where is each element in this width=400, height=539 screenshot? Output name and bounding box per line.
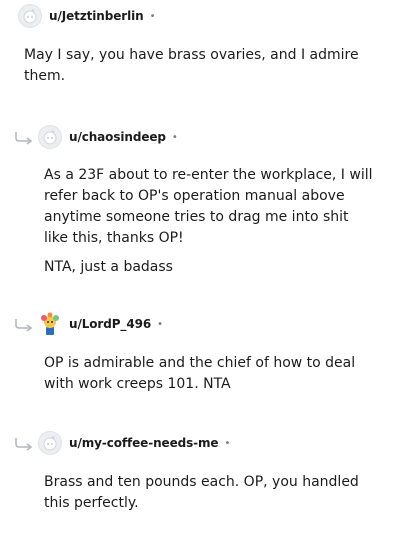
snoo-avatar-icon bbox=[43, 130, 57, 145]
avatar[interactable] bbox=[18, 4, 42, 28]
username[interactable]: u/LordP_496 bbox=[69, 317, 151, 331]
reply-thread-icon bbox=[15, 438, 33, 451]
comment-header: u/Jetztinberlin • bbox=[18, 4, 155, 28]
separator-dot: • bbox=[157, 318, 163, 330]
comment-text: OP is admirable and the chief of how to … bbox=[44, 355, 356, 392]
comment-body: OP is admirable and the chief of how to … bbox=[44, 353, 384, 403]
snoo-avatar-icon bbox=[23, 9, 37, 24]
comment-body: Brass and ten pounds each. OP, you handl… bbox=[44, 472, 384, 522]
separator-dot: • bbox=[171, 131, 178, 143]
comment-text: NTA, just a badass bbox=[44, 259, 173, 275]
comment-header: u/LordP_496 • bbox=[38, 312, 163, 336]
username[interactable]: u/my-coffee-needs-me bbox=[69, 436, 219, 450]
separator-dot: • bbox=[224, 437, 231, 449]
comment-text: Brass and ten pounds each. OP, you handl… bbox=[44, 474, 359, 511]
comment-body: As a 23F about to re-enter the workplace… bbox=[44, 165, 374, 286]
comment-header: u/my-coffee-needs-me • bbox=[38, 431, 230, 455]
comment-text: May I say, you have brass ovaries, and I… bbox=[24, 47, 359, 84]
snoo-avatar-icon bbox=[43, 436, 57, 451]
custom-avatar-icon bbox=[41, 312, 59, 335]
comment-text: As a 23F about to re-enter the workplace… bbox=[44, 167, 373, 246]
reply-thread-icon bbox=[15, 132, 33, 145]
separator-dot: • bbox=[149, 10, 156, 22]
avatar[interactable] bbox=[38, 125, 62, 149]
username[interactable]: u/Jetztinberlin bbox=[49, 9, 144, 23]
username[interactable]: u/chaosindeep bbox=[69, 130, 166, 144]
comment-header: u/chaosindeep • bbox=[38, 125, 178, 149]
avatar[interactable] bbox=[38, 312, 62, 336]
avatar[interactable] bbox=[38, 431, 62, 455]
comment-body: May I say, you have brass ovaries, and I… bbox=[24, 45, 374, 95]
reply-thread-icon bbox=[15, 319, 33, 332]
